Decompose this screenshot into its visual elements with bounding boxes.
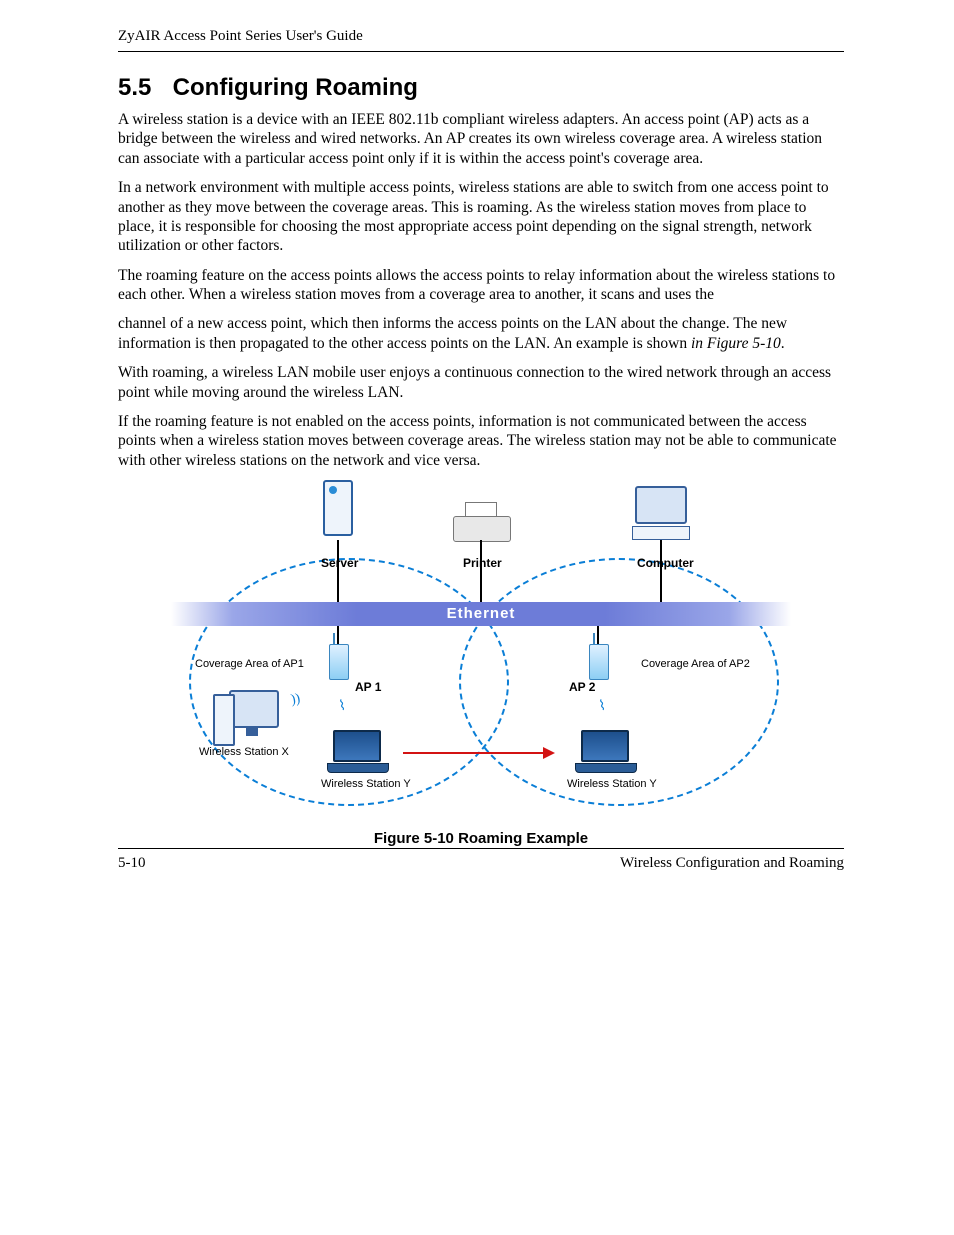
running-head: ZyAIR Access Point Series User's Guide: [118, 28, 844, 52]
server-icon: [319, 480, 357, 540]
cable-line: [597, 626, 599, 644]
body-paragraph: In a network environment with multiple a…: [118, 178, 844, 256]
roaming-arrow-icon: [403, 752, 553, 754]
ap2-icon: [589, 644, 609, 680]
cable-line: [337, 626, 339, 644]
ap1-icon: [329, 644, 349, 680]
wireless-station-x-label: Wireless Station X: [199, 746, 289, 758]
printer-icon: [453, 506, 509, 542]
printer-label: Printer: [463, 556, 502, 570]
cable-line: [337, 540, 339, 602]
figure-reference: in Figure 5-10: [691, 335, 781, 352]
ethernet-bar: Ethernet: [171, 602, 791, 626]
wireless-station-y-right-icon: [575, 730, 635, 770]
computer-label: Computer: [637, 556, 694, 570]
body-paragraph: The roaming feature on the access points…: [118, 266, 844, 305]
chapter-title: Wireless Configuration and Roaming: [620, 855, 844, 872]
figure: Server Printer Computer Ethernet AP 1 AP…: [171, 480, 791, 847]
coverage-ap2-label: Coverage Area of AP2: [641, 658, 750, 670]
roaming-diagram: Server Printer Computer Ethernet AP 1 AP…: [171, 480, 791, 820]
ap1-label: AP 1: [355, 680, 381, 694]
wireless-station-y-right-label: Wireless Station Y: [567, 778, 657, 790]
figure-caption: Figure 5-10 Roaming Example: [171, 830, 791, 847]
cable-line: [660, 540, 662, 602]
wireless-station-y-left-icon: [327, 730, 387, 770]
wireless-station-x-icon: [215, 690, 279, 748]
page-number: 5-10: [118, 855, 146, 872]
computer-icon: [631, 486, 691, 540]
body-text: .: [781, 335, 785, 352]
section-title: Configuring Roaming: [173, 74, 418, 101]
page-footer: 5-10 Wireless Configuration and Roaming: [118, 848, 844, 872]
body-paragraph: With roaming, a wireless LAN mobile user…: [118, 363, 844, 402]
cable-line: [480, 540, 482, 602]
body-paragraph: channel of a new access point, which the…: [118, 314, 844, 353]
coverage-ap1-label: Coverage Area of AP1: [195, 658, 304, 670]
body-paragraph: If the roaming feature is not enabled on…: [118, 412, 844, 470]
server-label: Server: [321, 556, 358, 570]
wireless-station-y-left-label: Wireless Station Y: [321, 778, 411, 790]
body-text: channel of a new access point, which the…: [118, 315, 787, 351]
section-number: 5.5: [118, 74, 166, 102]
body-paragraph: A wireless station is a device with an I…: [118, 110, 844, 168]
section-heading: 5.5 Configuring Roaming: [118, 74, 844, 102]
page: ZyAIR Access Point Series User's Guide 5…: [0, 0, 954, 1235]
ap2-label: AP 2: [569, 680, 595, 694]
